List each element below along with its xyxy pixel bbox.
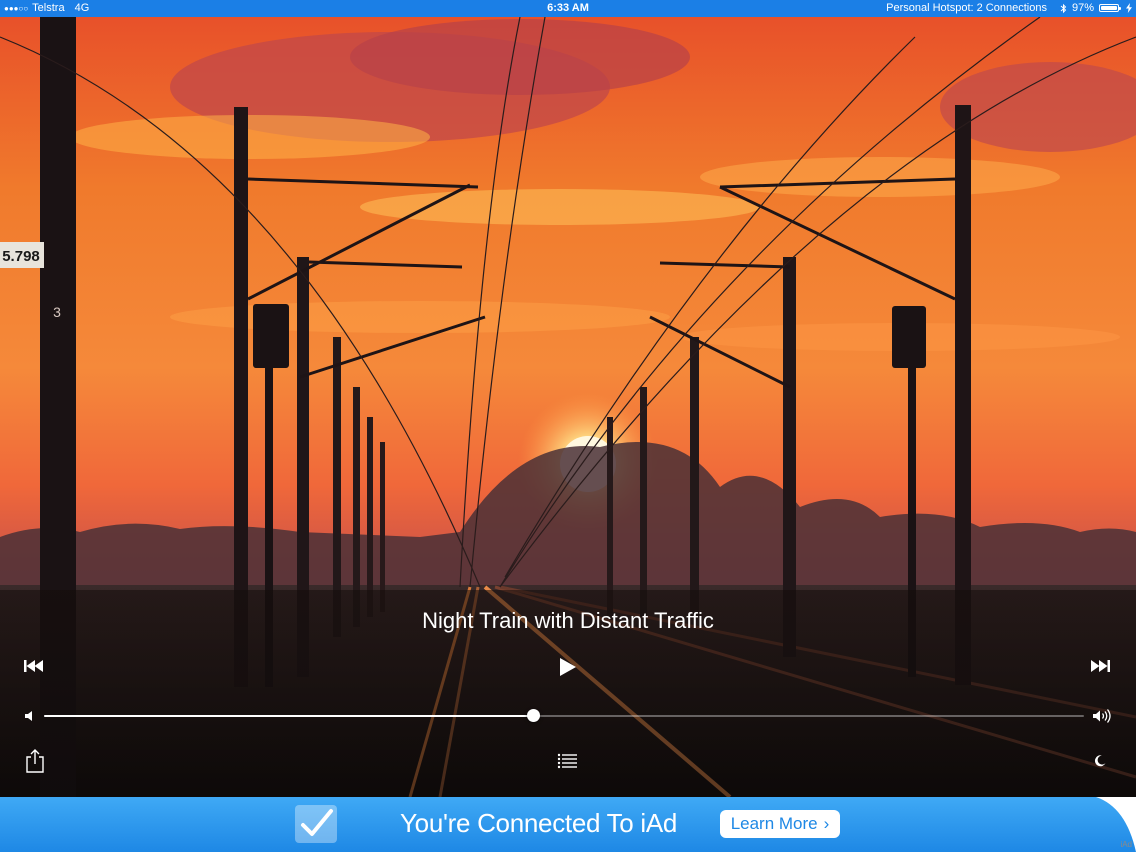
network-type: 4G [74,2,90,14]
playlist-button[interactable] [557,753,579,769]
next-track-icon [1091,660,1110,672]
playlist-icon [557,753,577,769]
signal-light [892,306,926,368]
cloud [700,157,1060,197]
status-left: ●●●○○ Telstra 4G [4,2,89,14]
checkmark-icon [301,809,333,836]
next-track-button[interactable] [1088,656,1112,676]
share-button[interactable] [24,748,46,774]
volume-low-icon [25,711,32,721]
cloud [360,189,760,225]
signal-dots-icon: ●●●○○ [4,3,29,13]
sleep-timer-button[interactable] [1093,754,1107,768]
status-bar: ●●●○○ Telstra 4G 6:33 AM Personal Hotspo… [0,0,1136,17]
signal-light [253,304,289,368]
track-title: Night Train with Distant Traffic [422,608,714,633]
distance-sign-text: 5.798 [2,248,40,265]
pole-marker: 3 [53,304,61,320]
previous-track-icon [24,660,43,672]
status-right: Personal Hotspot: 2 Connections 97% [886,2,1132,14]
bluetooth-icon [1060,3,1067,13]
play-icon [560,658,576,676]
ad-banner[interactable]: You're Connected To iAd Learn More › iAd [0,797,1136,852]
learn-more-label: Learn More [730,814,818,833]
previous-track-button[interactable] [22,656,46,676]
ad-headline: You're Connected To iAd [400,808,678,838]
cloud [70,115,430,159]
volume-slider-fill [44,715,533,717]
play-button[interactable] [556,656,580,678]
pole [640,387,647,617]
ad-checkbox [295,805,337,843]
pole [607,417,613,617]
battery-percent: 97% [1071,2,1094,14]
battery-icon [1099,4,1121,12]
volume-high-icon [1093,709,1111,723]
carrier-name: Telstra [32,2,65,14]
moon-icon [1094,755,1106,767]
pole [690,337,699,617]
volume-slider[interactable] [44,709,1084,722]
volume-slider-thumb[interactable] [526,709,540,722]
pole [367,417,373,617]
chevron-right-icon: › [823,814,830,833]
charging-icon [1126,3,1132,13]
share-icon [26,749,44,773]
player-controls: Night Train with Distant Traffic [0,590,1136,797]
volume-control [0,706,1136,726]
learn-more-button[interactable]: Learn More › [720,810,840,838]
iad-mark: iAd [1120,840,1132,849]
cloud [350,19,690,95]
pole [380,442,385,612]
hotspot-status: Personal Hotspot: 2 Connections [886,2,1047,14]
